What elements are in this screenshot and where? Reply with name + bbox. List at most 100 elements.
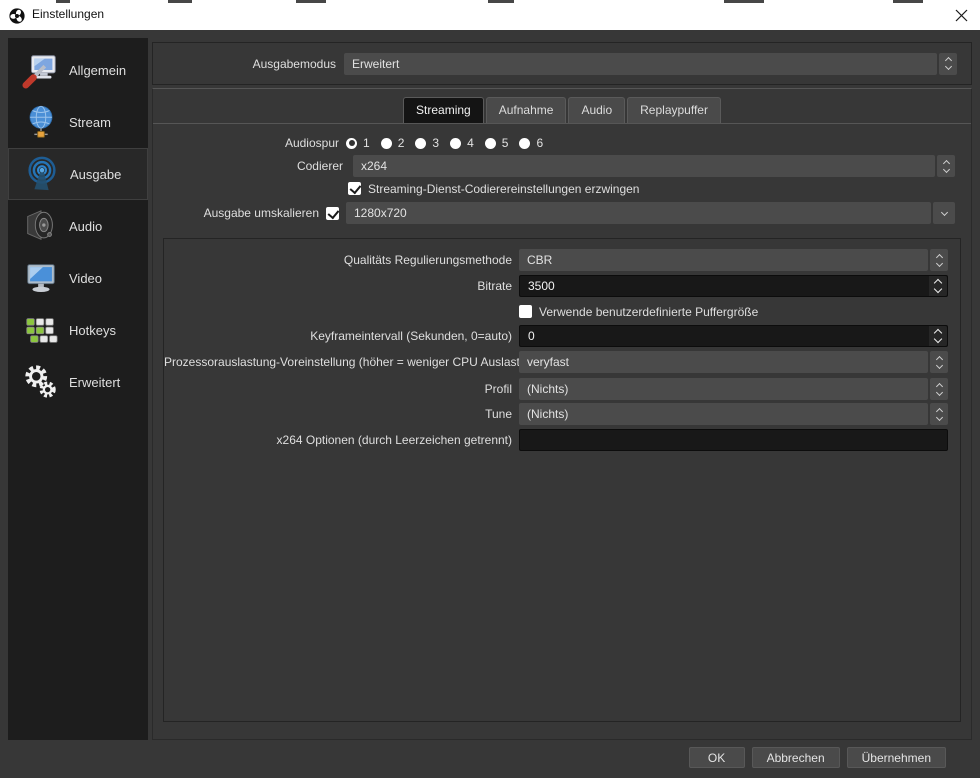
- sidebar-item-ausgabe[interactable]: Ausgabe: [8, 148, 148, 200]
- radio-track-6[interactable]: 6: [519, 136, 543, 150]
- sidebar-item-stream[interactable]: Stream: [8, 96, 148, 148]
- tab-aufnahme[interactable]: Aufnahme: [485, 97, 567, 123]
- profile-select[interactable]: (Nichts): [519, 378, 948, 400]
- bitrate-input[interactable]: 3500: [519, 275, 948, 297]
- keyframe-interval-input[interactable]: 0: [519, 325, 948, 347]
- radio-icon: [415, 137, 427, 149]
- bitrate-label: Bitrate: [477, 279, 512, 293]
- sidebar-item-hotkeys[interactable]: Hotkeys: [8, 304, 148, 356]
- rescale-resolution-select[interactable]: 1280x720: [346, 202, 955, 224]
- cpu-preset-value: veryfast: [527, 355, 570, 369]
- output-icon: [28, 156, 56, 191]
- spinbox-buttons[interactable]: [929, 326, 947, 346]
- settings-sidebar: Allgemein Stream Ausgabe Audio Video Hot…: [8, 38, 148, 740]
- combo-spinner[interactable]: [930, 378, 948, 400]
- custom-buffer-label: Verwende benutzerdefinierte Puffergröße: [539, 304, 759, 319]
- ok-button[interactable]: OK: [688, 747, 745, 768]
- sidebar-item-allgemein[interactable]: Allgemein: [8, 44, 148, 96]
- tab-audio[interactable]: Audio: [568, 97, 626, 123]
- encoder-label: Codierer: [296, 159, 343, 173]
- encoder-select[interactable]: x264: [353, 155, 955, 177]
- combo-spinner[interactable]: [937, 155, 955, 177]
- radio-icon: [484, 137, 496, 149]
- cpu-preset-row: Prozessorauslastung-Voreinstellung (höhe…: [164, 351, 948, 373]
- sidebar-item-erweitert[interactable]: Erweitert: [8, 356, 148, 408]
- profile-label: Profil: [484, 382, 512, 396]
- obs-logo-icon: [9, 8, 25, 24]
- radio-track-4[interactable]: 4: [450, 136, 474, 150]
- radio-icon: [380, 137, 392, 149]
- audio-icon: [27, 210, 53, 241]
- combo-spinner[interactable]: [930, 351, 948, 373]
- chevron-down-icon: [933, 334, 943, 344]
- x264-options-input[interactable]: [519, 429, 948, 451]
- sidebar-item-label: Ausgabe: [70, 166, 122, 182]
- tune-label: Tune: [485, 407, 512, 421]
- background-window-remnant: [724, 0, 764, 3]
- profile-value: (Nichts): [527, 382, 569, 396]
- background-window-remnant: [168, 0, 192, 3]
- radio-icon: [346, 137, 357, 149]
- x264-options-row: x264 Optionen (durch Leerzeichen getrenn…: [164, 429, 948, 451]
- output-mode-select[interactable]: Erweitert: [344, 52, 957, 75]
- combo-spinner[interactable]: [930, 249, 948, 271]
- rescale-output-checkbox[interactable]: [326, 206, 339, 220]
- sidebar-item-label: Audio: [69, 218, 103, 234]
- combo-spinner[interactable]: [930, 403, 948, 425]
- bitrate-row: Bitrate 3500: [164, 275, 948, 297]
- enforce-settings-checkbox[interactable]: [348, 182, 361, 195]
- cpu-preset-select[interactable]: veryfast: [519, 351, 948, 373]
- advanced-icon: [25, 365, 56, 398]
- background-window-remnant: [56, 0, 70, 3]
- combo-spinner[interactable]: [939, 52, 957, 75]
- sidebar-item-audio[interactable]: Audio: [8, 200, 148, 252]
- radio-track-3[interactable]: 3: [415, 136, 439, 150]
- apply-button[interactable]: Übernehmen: [846, 747, 946, 768]
- audio-track-label: Audiospur: [284, 136, 339, 150]
- cpu-preset-label: Prozessorauslastung-Voreinstellung (höhe…: [164, 355, 544, 369]
- tune-value: (Nichts): [527, 407, 569, 421]
- chevron-down-icon: [935, 259, 943, 267]
- tab-underline: [153, 123, 971, 124]
- background-window-remnant: [488, 0, 514, 3]
- encoder-settings-group: Qualitäts Regulierungsmethode CBR Bitrat…: [163, 238, 961, 722]
- keyframe-interval-label: Keyframeintervall (Sekunden, 0=auto): [310, 329, 512, 343]
- output-mode-value: Erweitert: [352, 56, 400, 71]
- output-mode-panel: Ausgabemodus Erweitert: [152, 42, 972, 85]
- stream-icon: [29, 105, 53, 138]
- rescale-output-label: Ausgabe umskalieren: [203, 206, 319, 220]
- cancel-button[interactable]: Abbrechen: [751, 747, 840, 768]
- encoder-value: x264: [361, 159, 388, 173]
- tune-row: Tune (Nichts): [164, 403, 948, 425]
- enforce-settings-row: Streaming-Dienst-Codierereinstellungen e…: [153, 181, 955, 196]
- audio-track-radios: 1 2 3 4 5 6: [346, 136, 543, 150]
- background-window-remnant: [296, 0, 326, 3]
- radio-icon: [450, 137, 462, 149]
- profile-row: Profil (Nichts): [164, 378, 948, 400]
- audio-track-row: Audiospur 1 2 3 4 5 6: [153, 132, 955, 154]
- sidebar-item-label: Video: [69, 270, 103, 286]
- radio-track-2[interactable]: 2: [380, 136, 404, 150]
- rescale-resolution-value: 1280x720: [354, 206, 407, 220]
- sidebar-item-video[interactable]: Video: [8, 252, 148, 304]
- radio-track-1[interactable]: 1: [346, 136, 370, 150]
- background-window-remnant: [893, 0, 923, 3]
- chevron-down-icon: [935, 361, 943, 369]
- video-icon: [27, 264, 55, 293]
- chevron-down-icon: [944, 62, 952, 71]
- custom-buffer-checkbox[interactable]: [519, 305, 532, 318]
- close-icon: [955, 9, 967, 21]
- tab-bar: Streaming Aufnahme Audio Replaypuffer: [153, 97, 971, 123]
- sidebar-item-label: Erweitert: [69, 374, 121, 390]
- tune-select[interactable]: (Nichts): [519, 403, 948, 425]
- output-settings-panel: Streaming Aufnahme Audio Replaypuffer Au…: [152, 88, 972, 740]
- tab-replaypuffer[interactable]: Replaypuffer: [627, 97, 721, 123]
- spinbox-buttons[interactable]: [929, 276, 947, 296]
- encoder-row: Codierer x264: [153, 155, 955, 177]
- close-button[interactable]: [950, 6, 972, 24]
- chevron-down-icon: [942, 165, 950, 173]
- combo-dropdown-button[interactable]: [933, 202, 955, 224]
- radio-track-5[interactable]: 5: [484, 136, 508, 150]
- rate-control-select[interactable]: CBR: [519, 249, 948, 271]
- tab-streaming[interactable]: Streaming: [403, 97, 484, 123]
